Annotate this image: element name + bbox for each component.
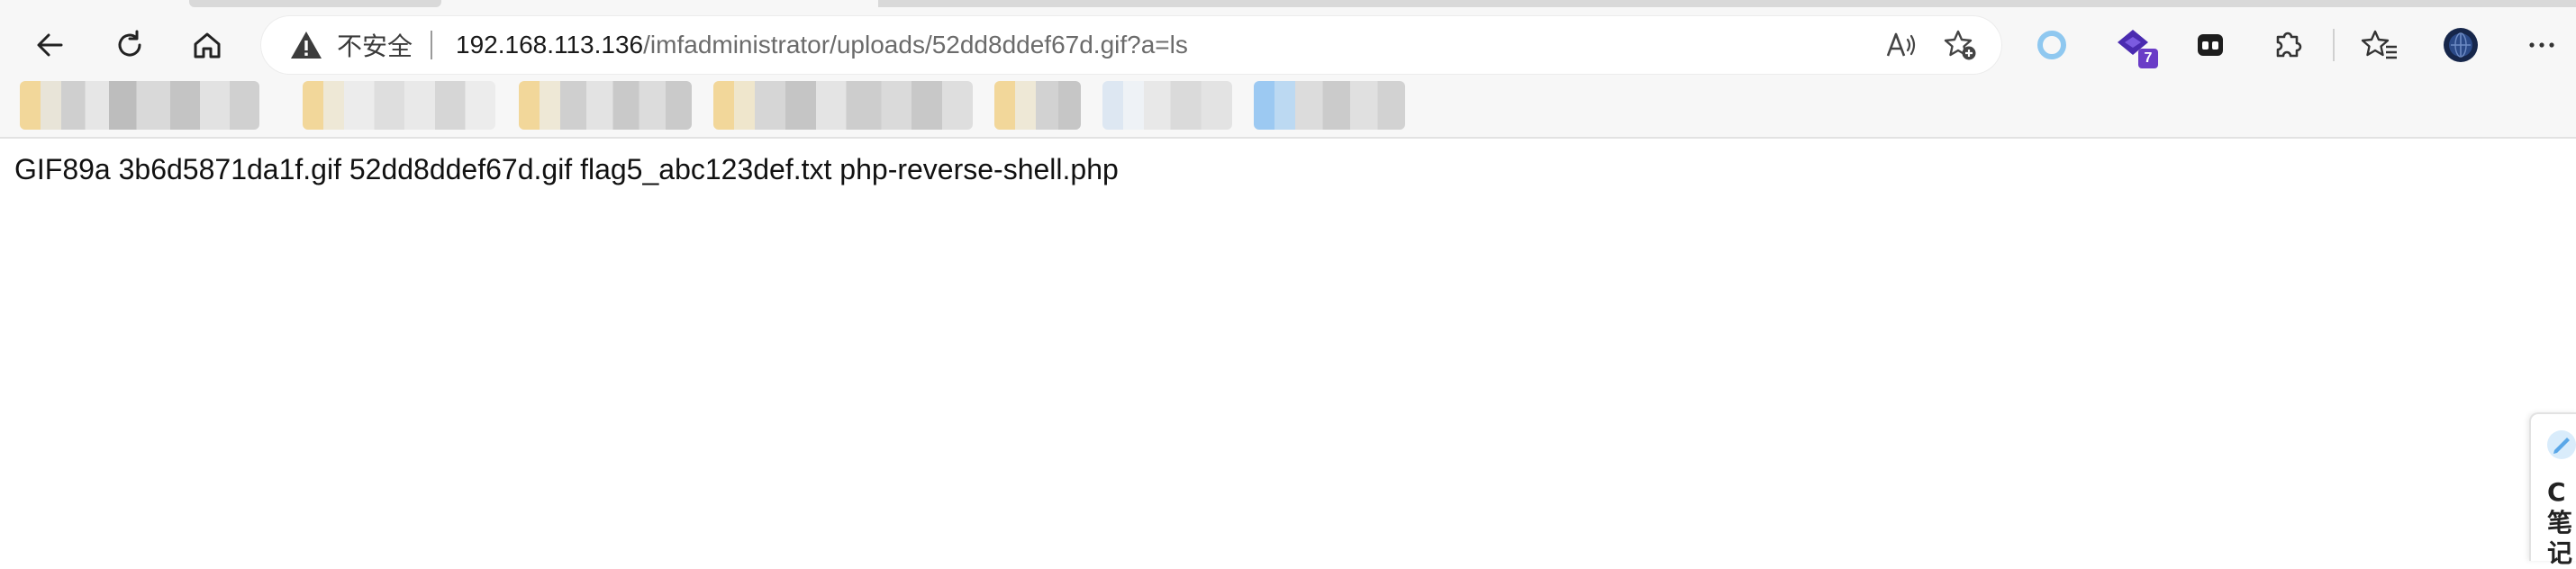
refresh-icon [118, 30, 141, 57]
bookmarks-bar [0, 74, 1414, 137]
security-indicator[interactable]: 不安全 [288, 16, 413, 74]
refresh-button[interactable] [97, 13, 162, 77]
back-button[interactable] [18, 13, 83, 77]
bookmark-label-redacted [1295, 81, 1405, 130]
bookmark-favicon-icon [519, 81, 560, 130]
circle-extension-icon [2037, 31, 2066, 59]
note-widget-icon [2547, 430, 2576, 459]
browser-chrome: 不安全 192.168.113.136/imfadministrator/upl… [0, 0, 2576, 139]
favorites-button[interactable] [2353, 18, 2407, 72]
url-path: /imfadministrator/uploads/52dd8ddef67d.g… [643, 31, 1188, 59]
more-menu-button[interactable] [2515, 18, 2569, 72]
bookmark-item[interactable] [519, 81, 692, 130]
home-icon [194, 32, 221, 59]
bookmark-favicon-icon [20, 81, 61, 130]
read-aloud-button[interactable] [1882, 27, 1918, 63]
read-aloud-icon [1886, 32, 1916, 57]
bookmark-favicon-icon [994, 81, 1036, 130]
bookmark-label-redacted [560, 81, 692, 130]
extension-dark-button[interactable] [2183, 18, 2237, 72]
page-content-text: GIF89a 3b6d5871da1f.gif 52dd8ddef67d.gif… [14, 153, 1119, 185]
add-favorite-icon [1944, 30, 1976, 60]
tab-inactive[interactable] [189, 0, 441, 7]
extension-badge: 7 [2138, 49, 2158, 68]
puzzle-icon [2276, 32, 2302, 58]
warning-icon [291, 32, 322, 59]
side-note-widget[interactable]: C笔记 [2529, 412, 2576, 568]
bookmark-favicon-icon [1254, 81, 1295, 130]
bookmark-label-redacted [61, 81, 259, 130]
tab-strip [0, 0, 2576, 7]
bookmark-favicon-icon [303, 81, 344, 130]
favorites-icon [2361, 30, 2397, 59]
toolbar-separator [2333, 29, 2335, 61]
tab-inactive[interactable] [878, 0, 2576, 7]
bookmark-item[interactable] [713, 81, 973, 130]
bookmark-item[interactable] [994, 81, 1081, 130]
back-arrow-icon [37, 33, 63, 57]
profile-avatar-icon [2444, 28, 2478, 62]
bookmark-favicon-icon [1102, 81, 1144, 130]
address-bar[interactable]: 不安全 192.168.113.136/imfadministrator/upl… [261, 16, 2001, 74]
bookmark-favicon-icon [713, 81, 755, 130]
bookmark-label-redacted [1144, 81, 1232, 130]
bookmark-label-redacted [1036, 81, 1081, 130]
extensions-menu-button[interactable] [2261, 18, 2315, 72]
bookmark-label-redacted [755, 81, 973, 130]
security-label: 不安全 [337, 32, 413, 61]
extension-circle-button[interactable] [2025, 18, 2079, 72]
add-favorite-button[interactable] [1942, 27, 1978, 63]
dark-extension-icon [2198, 34, 2223, 56]
more-menu-icon [2529, 42, 2554, 48]
profile-button[interactable] [2434, 18, 2488, 72]
bookmark-item[interactable] [20, 81, 259, 130]
bookmark-label-redacted [344, 81, 495, 130]
bookmark-item[interactable] [303, 81, 495, 130]
url-text[interactable]: 192.168.113.136/imfadministrator/uploads… [456, 16, 1188, 74]
address-divider [431, 31, 432, 59]
extension-purple-button[interactable]: 7 [2106, 18, 2160, 72]
url-host: 192.168.113.136 [456, 31, 644, 59]
side-widget-label: C笔记 [2547, 477, 2573, 568]
home-button[interactable] [175, 13, 240, 77]
bookmark-item[interactable] [1254, 81, 1405, 130]
bookmark-item[interactable] [1102, 81, 1232, 130]
